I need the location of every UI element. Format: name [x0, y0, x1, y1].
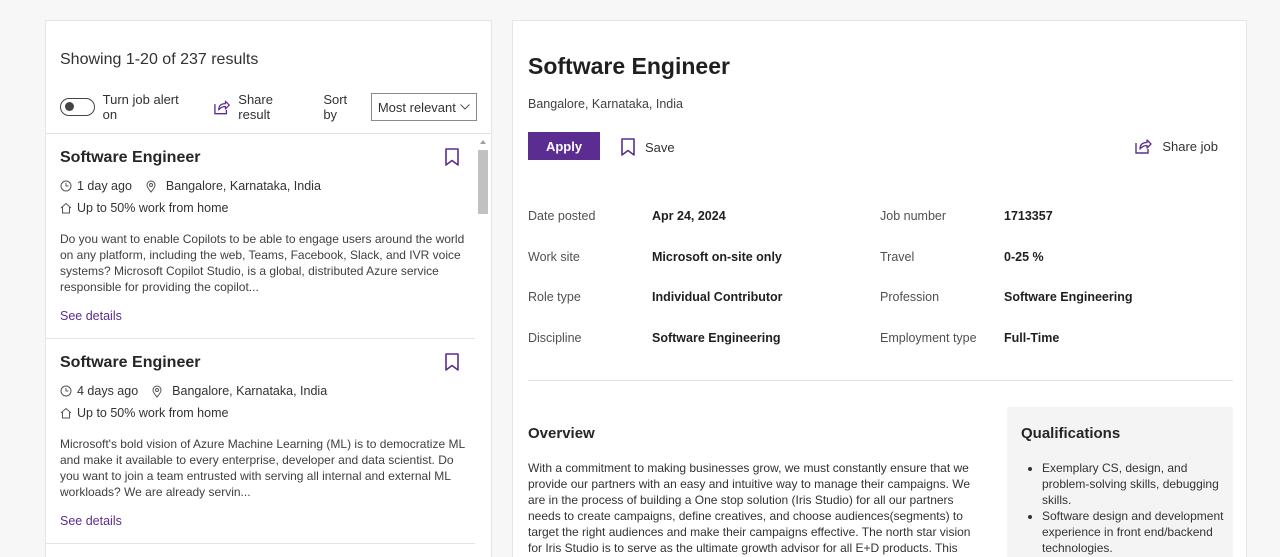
results-panel: Showing 1-20 of 237 results Turn job ale…: [45, 20, 492, 557]
location-pin-icon: [152, 385, 162, 398]
qualifications-list: Exemplary CS, design, and problem-solvin…: [1042, 460, 1228, 556]
fact-label: Employment type: [880, 331, 977, 345]
fact-label: Date posted: [528, 209, 596, 223]
fact-value: Software Engineering: [1004, 290, 1133, 304]
share-icon: [214, 100, 230, 115]
home-icon: [60, 407, 72, 419]
scrollbar[interactable]: [477, 138, 489, 557]
sort-dropdown[interactable]: Most relevant: [370, 93, 477, 121]
save-button[interactable]: Save: [621, 138, 675, 156]
qualifications-heading: Qualifications: [1021, 425, 1121, 442]
sort-value: Most relevant: [377, 99, 456, 115]
apply-button[interactable]: Apply: [528, 132, 600, 160]
bookmark-icon[interactable]: [445, 353, 459, 376]
job-card-work-mode: Up to 50% work from home: [60, 201, 228, 215]
job-location: Bangalore, Karnataka, India: [528, 97, 683, 111]
job-card-meta: 1 day ago Bangalore, Karnataka, India: [60, 179, 321, 193]
work-mode: Up to 50% work from home: [77, 406, 229, 420]
results-controls: Turn job alert on Share result Sort by M…: [60, 92, 477, 122]
job-card[interactable]: Software Engineer 4 days ago Bangalore, …: [46, 339, 475, 544]
fact-value: Individual Contributor: [652, 290, 783, 304]
share-job-label: Share job: [1162, 138, 1218, 154]
job-card-title[interactable]: Software Engineer: [60, 354, 200, 372]
job-card-title[interactable]: Software Engineer: [60, 149, 200, 167]
fact-value: 0-25 %: [1004, 250, 1044, 264]
clock-icon: [60, 385, 72, 397]
work-mode: Up to 50% work from home: [77, 201, 229, 215]
results-count: Showing 1-20 of 237 results: [60, 51, 259, 68]
bookmark-icon[interactable]: [445, 148, 459, 171]
see-details-link[interactable]: See details: [60, 309, 122, 323]
fact-value: Full-Time: [1004, 331, 1060, 345]
section-divider: [528, 380, 1233, 381]
job-alert-label: Turn job alert on: [102, 92, 179, 122]
job-alert-toggle[interactable]: [60, 98, 95, 116]
scroll-thumb[interactable]: [478, 150, 488, 214]
clock-icon: [60, 180, 72, 192]
sort-label: Sort by: [323, 92, 348, 122]
job-list: Software Engineer 1 day ago Bangalore, K…: [46, 134, 475, 557]
posted-date: 4 days ago: [77, 384, 139, 398]
job-location: Bangalore, Karnataka, India: [172, 384, 328, 398]
job-card-work-mode: Up to 50% work from home: [60, 406, 228, 420]
fact-label: Travel: [880, 250, 915, 264]
location-pin-icon: [146, 180, 156, 193]
chevron-down-icon: [460, 104, 470, 110]
fact-value: Software Engineering: [652, 331, 781, 345]
fact-value: Apr 24, 2024: [652, 209, 726, 223]
fact-label: Job number: [880, 209, 947, 223]
fact-value: Microsoft on-site only: [652, 250, 782, 264]
fact-label: Discipline: [528, 331, 582, 345]
home-icon: [60, 202, 72, 214]
fact-value: 1713357: [1004, 209, 1053, 223]
job-detail-panel: Software Engineer Bangalore, Karnataka, …: [512, 20, 1247, 557]
save-label: Save: [645, 139, 675, 155]
job-location: Bangalore, Karnataka, India: [165, 179, 321, 193]
share-result-button[interactable]: Share result: [213, 92, 305, 122]
qualification-item: Exemplary CS, design, and problem-solvin…: [1042, 460, 1228, 508]
share-result-label: Share result: [238, 92, 273, 122]
share-icon: [1135, 139, 1152, 154]
fact-label: Profession: [880, 290, 940, 304]
qualification-item: Software design and development experien…: [1042, 508, 1228, 556]
job-description: Do you want to enable Copilots to be abl…: [60, 232, 465, 294]
overview-heading: Overview: [528, 425, 595, 442]
scroll-up-arrow-icon[interactable]: [480, 140, 486, 144]
job-description: Microsoft's bold vision of Azure Machine…: [60, 437, 465, 499]
toggle-knob: [65, 102, 74, 111]
fact-label: Work site: [528, 250, 580, 264]
see-details-link[interactable]: See details: [60, 514, 122, 528]
job-card-meta: 4 days ago Bangalore, Karnataka, India: [60, 384, 327, 398]
qualifications-box: Qualifications Exemplary CS, design, and…: [1007, 407, 1233, 557]
fact-label: Role type: [528, 290, 581, 304]
bookmark-icon: [621, 138, 635, 156]
job-title: Software Engineer: [528, 53, 730, 79]
overview-text: With a commitment to making businesses g…: [528, 461, 971, 555]
results-header: Showing 1-20 of 237 results Turn job ale…: [46, 21, 491, 134]
posted-date: 1 day ago: [77, 179, 132, 193]
share-job-button[interactable]: Share job: [1134, 138, 1218, 154]
job-card[interactable]: Software Engineer 1 day ago Bangalore, K…: [46, 134, 475, 339]
